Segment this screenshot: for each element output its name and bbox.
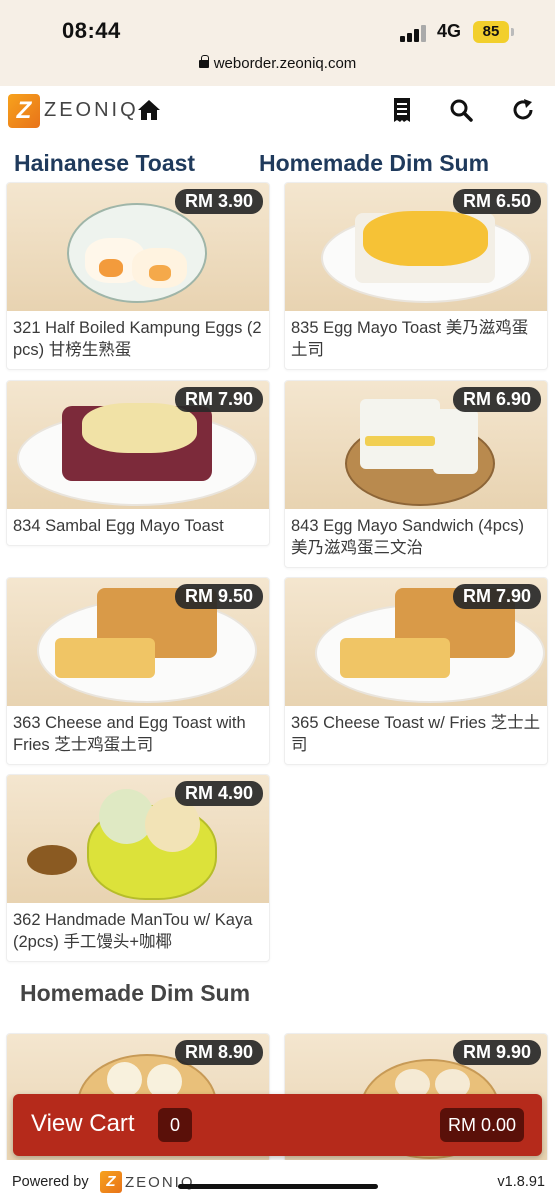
signal-icon	[400, 24, 428, 42]
lock-icon	[198, 55, 209, 68]
product-title: 365 Cheese Toast w/ Fries 芝士土司	[291, 714, 541, 754]
status-bar: 08:44 4G 85 weborder.zeoniq.com	[0, 0, 555, 86]
product-title: 363 Cheese and Egg Toast with Fries 芝士鸡蛋…	[13, 714, 246, 754]
view-cart-button[interactable]: View Cart 0 RM 0.00	[13, 1094, 542, 1156]
product-title: 843 Egg Mayo Sandwich (4pcs) 美乃滋鸡蛋三文治	[291, 517, 524, 557]
tab-hainanese-toast[interactable]: Hainanese Toast	[14, 150, 195, 177]
product-title: 321 Half Boiled Kampung Eggs (2 pcs) 甘榜生…	[13, 319, 262, 359]
powered-by-text: Powered by	[12, 1174, 89, 1190]
price-badge: RM 6.90	[452, 387, 541, 412]
tab-homemade-dim-sum[interactable]: Homemade Dim Sum	[259, 150, 489, 177]
price-badge: RM 4.90	[174, 781, 263, 806]
footer: Powered by Z ZEONIQ v1.8.91	[0, 1160, 555, 1200]
product-card[interactable]: RM 6.90 843 Egg Mayo Sandwich (4pcs) 美乃滋…	[284, 380, 548, 568]
product-card[interactable]: RM 7.90 834 Sambal Egg Mayo Toast	[6, 380, 270, 546]
product-image: RM 6.50	[285, 183, 547, 311]
product-title: 834 Sambal Egg Mayo Toast	[13, 517, 224, 535]
product-image: RM 3.90	[7, 183, 269, 311]
app-header: Z ZEONIQ	[0, 86, 555, 136]
product-card[interactable]: RM 6.50 835 Egg Mayo Toast 美乃滋鸡蛋土司	[284, 182, 548, 370]
battery-icon: 85	[473, 21, 509, 43]
product-title: 362 Handmade ManTou w/ Kaya (2pcs) 手工馒头+…	[13, 911, 253, 951]
product-card[interactable]: RM 3.90 321 Half Boiled Kampung Eggs (2 …	[6, 182, 270, 370]
price-badge: RM 3.90	[174, 189, 263, 214]
url-text: weborder.zeoniq.com	[213, 55, 357, 72]
product-image: RM 4.90	[7, 775, 269, 903]
product-card[interactable]: RM 4.90 362 Handmade ManTou w/ Kaya (2pc…	[6, 774, 270, 962]
status-time: 08:44	[62, 18, 121, 43]
home-icon[interactable]	[135, 96, 163, 124]
version-label: v1.8.91	[497, 1174, 545, 1190]
product-image: RM 9.50	[7, 578, 269, 706]
zeoniq-footer-logo-icon: Z	[100, 1171, 122, 1193]
home-indicator	[178, 1184, 378, 1189]
cart-label: View Cart	[31, 1110, 135, 1137]
product-image: RM 6.90	[285, 381, 547, 509]
price-badge: RM 7.90	[452, 584, 541, 609]
product-card[interactable]: RM 9.50 363 Cheese and Egg Toast with Fr…	[6, 577, 270, 765]
cart-total-badge: RM 0.00	[439, 1108, 524, 1142]
search-icon[interactable]	[447, 96, 475, 124]
network-label: 4G	[437, 21, 462, 41]
receipt-icon[interactable]	[388, 96, 416, 124]
refresh-icon[interactable]	[509, 96, 537, 124]
price-badge: RM 8.90	[174, 1040, 263, 1065]
product-title: 835 Egg Mayo Toast 美乃滋鸡蛋土司	[291, 319, 529, 359]
price-badge: RM 6.50	[452, 189, 541, 214]
battery-tip	[511, 28, 514, 36]
price-badge: RM 9.90	[452, 1040, 541, 1065]
url-bar[interactable]: weborder.zeoniq.com	[0, 55, 555, 72]
product-card[interactable]: RM 7.90 365 Cheese Toast w/ Fries 芝士土司	[284, 577, 548, 765]
logo-text: ZEONIQ	[44, 99, 139, 121]
price-badge: RM 7.90	[174, 387, 263, 412]
price-badge: RM 9.50	[174, 584, 263, 609]
zeoniq-logo-icon: Z	[8, 94, 40, 128]
product-image: RM 7.90	[7, 381, 269, 509]
section-heading-dim-sum: Homemade Dim Sum	[20, 980, 251, 1006]
product-image: RM 7.90	[285, 578, 547, 706]
cart-count-badge: 0	[158, 1108, 192, 1142]
